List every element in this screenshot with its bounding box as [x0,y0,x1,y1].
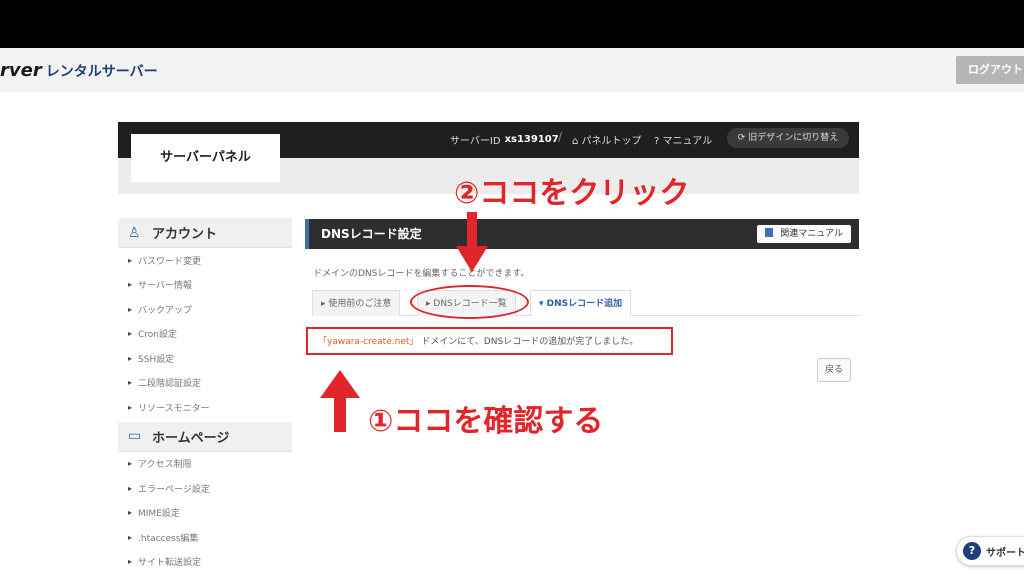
sidebar-heading-account: ♙ アカウント [118,218,292,248]
sidebar-item-mime[interactable]: MIME設定 [118,501,292,526]
panel-title[interactable]: サーバーパネル [131,134,280,182]
brand-subtitle: レンタルサーバー [46,61,158,81]
back-button[interactable]: 戻る [817,358,851,382]
sidebar-item-server-info[interactable]: サーバー情報 [118,273,292,298]
title-accent [305,219,309,249]
annotation-click-here: ②ココをクリック [454,168,689,212]
highlight-box [306,327,673,355]
switch-design-button[interactable]: ⟳ 旧デザインに切り替え [727,128,849,148]
nav-separator: / [558,130,562,144]
sidebar-item-resource-monitor[interactable]: リソースモニター [118,395,292,420]
top-black-band [0,0,1024,48]
sidebar-item-cron[interactable]: Cron設定 [118,322,292,347]
refresh-icon: ⟳ [738,133,746,143]
tab-label: 使用前のご注意 [328,299,391,309]
support-label: サポート [986,544,1024,559]
sidebar-item-htaccess[interactable]: .htaccess編集 [118,525,292,550]
sidebar-heading-label: アカウント [152,223,217,242]
sidebar-item-2fa[interactable]: 二段階認証設定 [118,371,292,396]
sidebar-item-password[interactable]: パスワード変更 [118,248,292,273]
sidebar-item-backup[interactable]: バックアップ [118,297,292,322]
home-icon: ⌂ [572,136,578,147]
support-button[interactable]: ? サポート [956,536,1024,566]
tab-bar: ▸ 使用前のご注意 ▸ DNSレコード一覧 ▾ DNSレコード追加 [312,290,859,316]
manual-link[interactable]: ? マニュアル [654,132,712,147]
tab-label: DNSレコード追加 [547,299,623,309]
panel-top-label: パネルトップ [582,136,642,147]
brand-mark: rver [0,60,42,81]
annotation-confirm-here: ①ココを確認する [368,396,603,440]
sidebar: ♙ アカウント パスワード変更 サーバー情報 バックアップ Cron設定 SSH… [118,218,292,572]
tab-precautions[interactable]: ▸ 使用前のご注意 [312,290,400,316]
page-title: DNSレコード設定 [321,219,422,249]
page-description: ドメインのDNSレコードを編集することができます。 [313,266,529,279]
sidebar-item-error-page[interactable]: エラーページ設定 [118,476,292,501]
manual-label: マニュアル [663,136,713,147]
server-id-label: サーバーID [450,132,501,147]
monitor-icon: ▭ [128,428,144,444]
panel-top-link[interactable]: ⌂ パネルトップ [572,132,642,147]
related-manual-label: 関連マニュアル [780,229,843,239]
help-circle-icon: ? [654,136,659,147]
highlight-ellipse [410,285,529,319]
server-id-value: xs139107 [505,134,559,145]
tab-dns-add[interactable]: ▾ DNSレコード追加 [530,290,631,316]
related-manual-button[interactable]: 関連マニュアル [757,225,851,243]
main-title-bar: DNSレコード設定 関連マニュアル [305,219,859,249]
sidebar-heading-label: ホームページ [152,427,229,446]
book-icon [765,228,773,237]
brand-logo[interactable]: rver レンタルサーバー [0,60,158,81]
switch-design-label: 旧デザインに切り替え [748,133,838,143]
sidebar-heading-homepage: ▭ ホームページ [118,422,292,452]
arrow-down-icon [456,212,488,274]
user-icon: ♙ [128,225,144,241]
sidebar-item-ssh[interactable]: SSH設定 [118,346,292,371]
logout-button[interactable]: ログアウト [956,56,1024,84]
sidebar-item-site-redirect[interactable]: サイト転送設定 [118,550,292,574]
sidebar-item-access-restriction[interactable]: アクセス制限 [118,452,292,477]
server-id: サーバーID xs139107 [450,132,559,147]
question-icon: ? [963,542,981,560]
arrow-up-icon [320,368,360,434]
